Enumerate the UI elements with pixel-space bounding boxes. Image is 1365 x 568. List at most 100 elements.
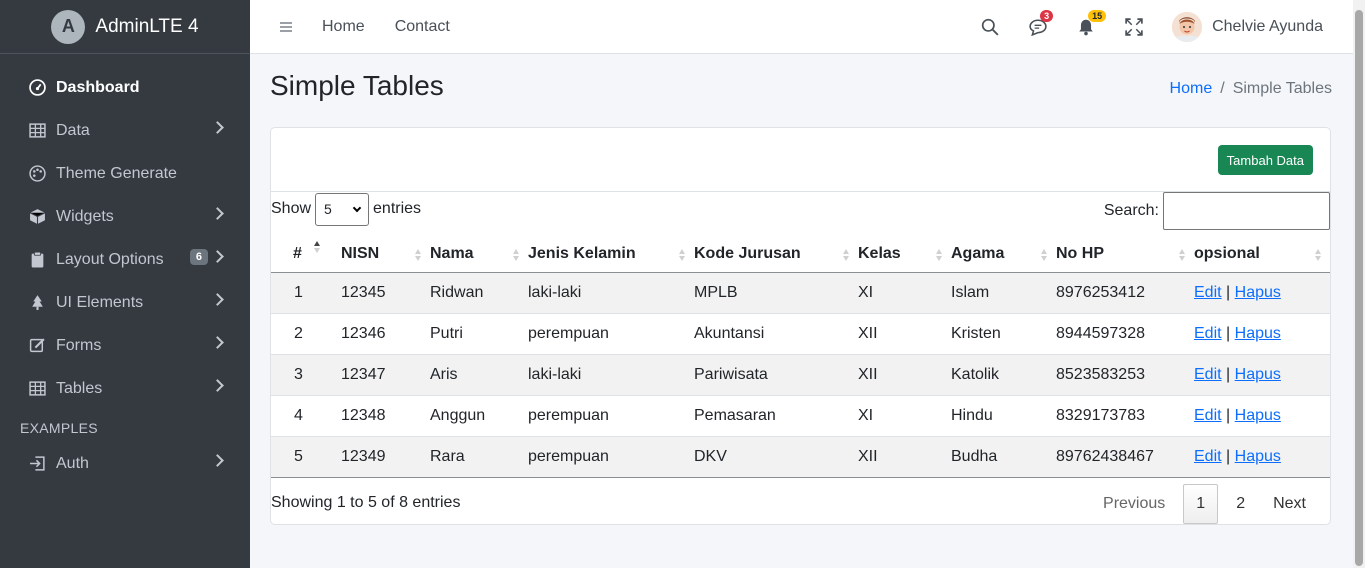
login-icon	[28, 455, 46, 473]
fullscreen-icon[interactable]	[1124, 17, 1144, 37]
column-header-agama[interactable]: Agama	[951, 236, 1056, 273]
edit-link[interactable]: Edit	[1194, 366, 1222, 383]
cell-kelas: XII	[858, 354, 951, 396]
chevron-right-icon	[211, 250, 224, 263]
top-navbar: Home Contact 3 15 Chelvie Ayunda	[250, 0, 1353, 54]
sidebar-item-auth[interactable]: Auth	[0, 442, 250, 485]
entries-label: entries	[373, 200, 422, 217]
bell-icon[interactable]: 15	[1076, 10, 1107, 37]
cell-number: 5	[271, 436, 341, 478]
chevron-down-icon	[352, 203, 362, 212]
data-card: Tambah Data Show 5 entries Search: # NIS…	[270, 127, 1331, 525]
tree-icon	[28, 294, 46, 312]
table-info: Showing 1 to 5 of 8 entries	[271, 493, 461, 511]
user-name[interactable]: Chelvie Ayunda	[1212, 18, 1323, 36]
entries-select[interactable]: 5	[315, 192, 370, 226]
sidebar: A AdminLTE 4 Dashboard Data Theme Genera…	[0, 0, 250, 568]
column-header-label: Kelas	[858, 244, 901, 262]
cell-actions: Edit | Hapus	[1194, 272, 1330, 314]
edit-link[interactable]: Edit	[1194, 284, 1222, 301]
column-header-label: Kode Jurusan	[694, 244, 801, 262]
column-header-label: No HP	[1056, 244, 1104, 262]
sort-ascending-icon	[314, 241, 320, 253]
delete-link[interactable]: Hapus	[1235, 366, 1281, 383]
edit-link[interactable]: Edit	[1194, 325, 1222, 342]
page-2-button[interactable]: 2	[1222, 484, 1259, 524]
cell-kelas: XI	[858, 395, 951, 437]
cell-jenis-kelamin: laki-laki	[528, 354, 694, 396]
sidebar-item-layout-options[interactable]: Layout Options 6	[0, 238, 250, 281]
delete-link[interactable]: Hapus	[1235, 325, 1281, 342]
table-search: Search:	[1104, 192, 1330, 230]
column-header-nama[interactable]: Nama	[430, 236, 528, 273]
avatar[interactable]	[1172, 12, 1203, 42]
chat-icon[interactable]: 3	[1028, 10, 1054, 37]
scrollbar-thumb[interactable]	[1355, 10, 1363, 566]
sidebar-item-forms[interactable]: Forms	[0, 324, 250, 367]
messages-badge: 3	[1040, 10, 1054, 22]
cell-actions: Edit | Hapus	[1194, 436, 1330, 478]
brand[interactable]: A AdminLTE 4	[0, 0, 250, 54]
cell-jenis-kelamin: perempuan	[528, 395, 694, 437]
cell-kode-jurusan: Pemasaran	[694, 395, 858, 437]
pagination: Previous 1 2 Next	[1089, 483, 1320, 524]
cell-nama: Anggun	[430, 395, 528, 437]
search-icon[interactable]	[980, 17, 1000, 37]
entries-select-value: 5	[324, 201, 332, 217]
page-1-button[interactable]: 1	[1183, 483, 1219, 524]
show-entries: Show 5 entries	[271, 192, 421, 226]
sidebar-item-theme-generate[interactable]: Theme Generate	[0, 152, 250, 195]
nav-link-home[interactable]: Home	[322, 18, 365, 36]
delete-link[interactable]: Hapus	[1235, 448, 1281, 465]
delete-link[interactable]: Hapus	[1235, 284, 1281, 301]
sidebar-item-widgets[interactable]: Widgets	[0, 195, 250, 238]
column-header-opsional[interactable]: opsional	[1194, 236, 1330, 273]
column-header-no-hp[interactable]: No HP	[1056, 236, 1194, 273]
cell-kode-jurusan: DKV	[694, 436, 858, 478]
column-header-label: Nama	[430, 244, 474, 262]
cell-kode-jurusan: MPLB	[694, 272, 858, 314]
next-page-button[interactable]: Next	[1259, 484, 1320, 524]
breadcrumb: Home / Simple Tables	[1170, 80, 1332, 98]
cell-no-hp: 8944597328	[1056, 313, 1194, 355]
search-input[interactable]	[1163, 192, 1330, 230]
cell-nisn: 12345	[341, 272, 430, 314]
cell-nisn: 12347	[341, 354, 430, 396]
edit-link[interactable]: Edit	[1194, 407, 1222, 424]
sidebar-item-tables[interactable]: Tables	[0, 367, 250, 410]
menu-toggle-icon[interactable]	[280, 21, 292, 32]
table-row: 1 12345 Ridwan laki-laki MPLB XI Islam 8…	[271, 272, 1330, 314]
column-header-label: Jenis Kelamin	[528, 244, 636, 262]
breadcrumb-current: Simple Tables	[1232, 80, 1332, 97]
column-header-number[interactable]: #	[271, 236, 341, 273]
sidebar-item-label: Forms	[56, 336, 102, 354]
vertical-scrollbar[interactable]	[1353, 0, 1365, 568]
sidebar-item-dashboard[interactable]: Dashboard	[0, 66, 250, 109]
cell-number: 2	[271, 313, 341, 355]
sidebar-item-label: Layout Options	[56, 250, 164, 268]
sidebar-item-data[interactable]: Data	[0, 109, 250, 152]
column-header-nisn[interactable]: NISN	[341, 236, 430, 273]
breadcrumb-home-link[interactable]: Home	[1170, 80, 1213, 98]
cell-number: 4	[271, 395, 341, 437]
cell-jenis-kelamin: perempuan	[528, 313, 694, 355]
edit-link[interactable]: Edit	[1194, 448, 1222, 465]
sort-icon	[843, 249, 849, 261]
column-header-kelas[interactable]: Kelas	[858, 236, 951, 273]
notifications-badge: 15	[1088, 10, 1107, 22]
cell-number: 1	[271, 272, 341, 314]
cell-number: 3	[271, 354, 341, 396]
nav-link-contact[interactable]: Contact	[395, 18, 450, 36]
delete-link[interactable]: Hapus	[1235, 407, 1281, 424]
cell-nama: Rara	[430, 436, 528, 478]
table-row: 2 12346 Putri perempuan Akuntansi XII Kr…	[271, 313, 1330, 355]
previous-page-button[interactable]: Previous	[1089, 484, 1179, 524]
sidebar-item-ui-elements[interactable]: UI Elements	[0, 281, 250, 324]
add-data-button[interactable]: Tambah Data	[1217, 145, 1313, 175]
column-header-jenis-kelamin[interactable]: Jenis Kelamin	[528, 236, 694, 273]
sort-icon	[1041, 249, 1047, 261]
cell-nama: Ridwan	[430, 272, 528, 314]
show-label: Show	[271, 200, 312, 217]
sort-icon	[415, 249, 421, 261]
column-header-kode-jurusan[interactable]: Kode Jurusan	[694, 236, 858, 273]
